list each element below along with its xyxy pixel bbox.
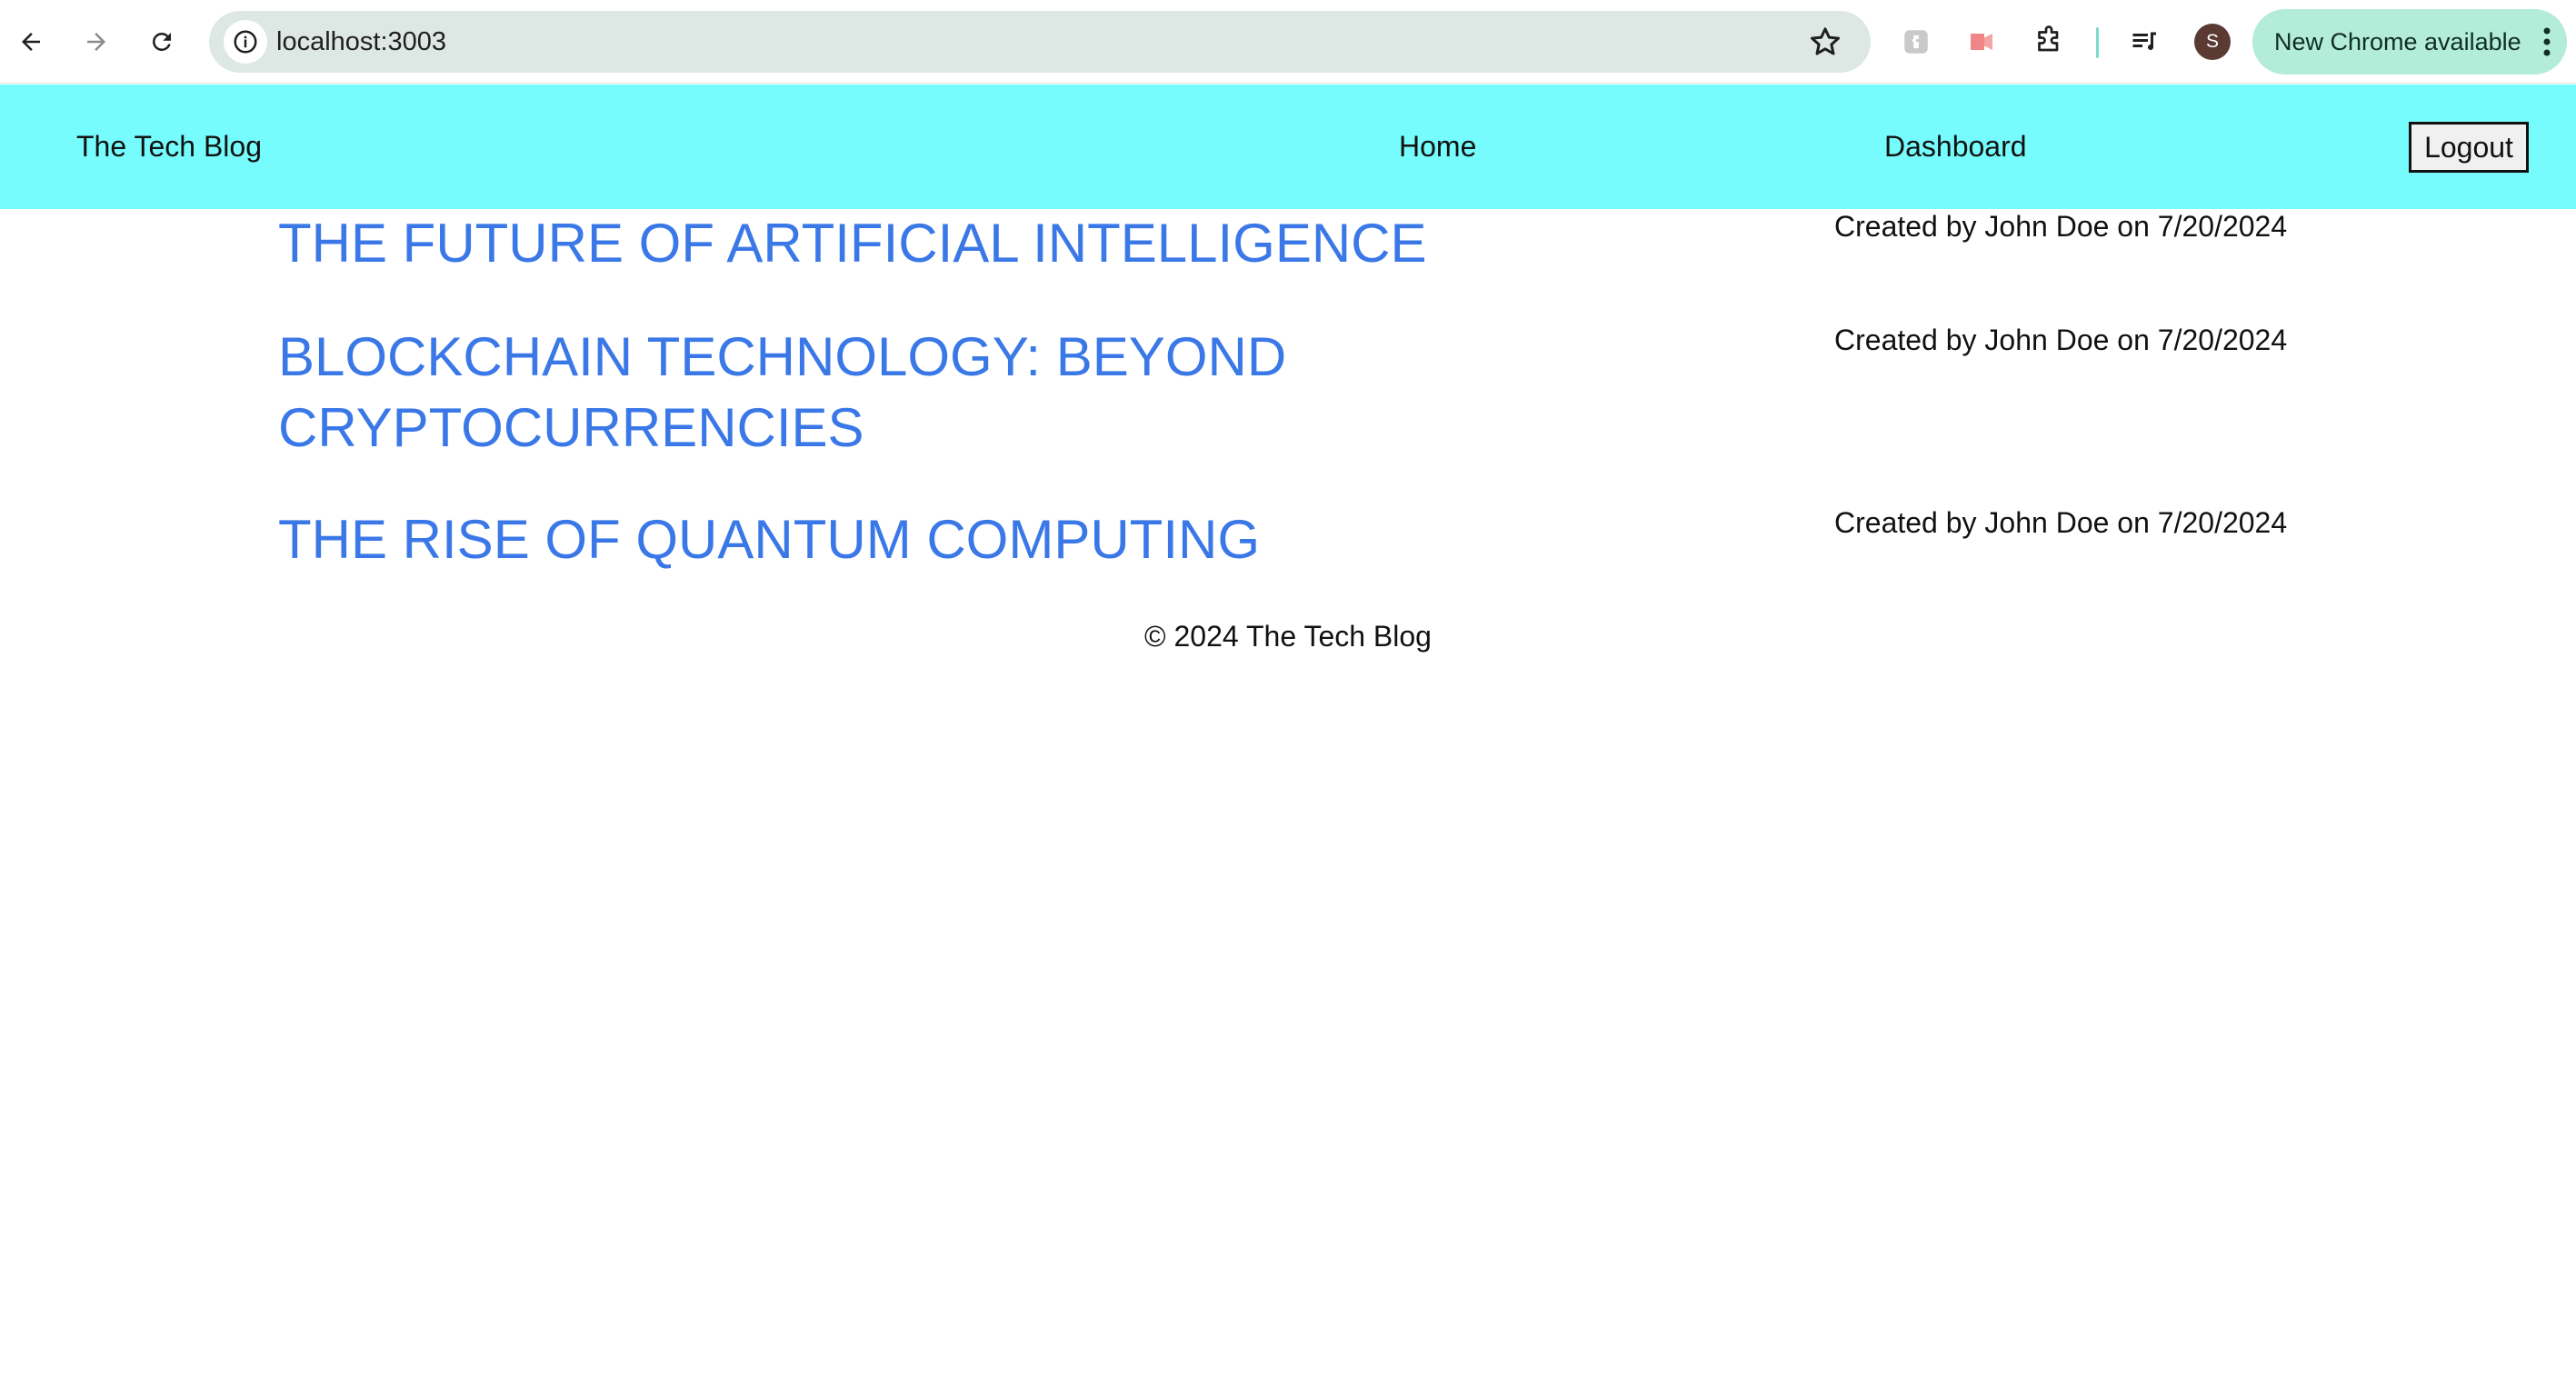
chrome-update-button[interactable]: New Chrome available: [2252, 9, 2567, 75]
post-meta: Created by John Doe on 7/20/2024: [1834, 506, 2288, 539]
site-header: The Tech Blog Home Dashboard Logout: [0, 85, 2576, 209]
back-arrow-icon: [22, 33, 40, 51]
profile-avatar[interactable]: S: [2194, 24, 2231, 60]
post-meta: Created by John Doe on 7/20/2024: [1834, 210, 2288, 243]
media-queue-icon[interactable]: [2125, 22, 2165, 62]
reload-button[interactable]: [140, 20, 184, 64]
forward-button[interactable]: [75, 20, 118, 64]
forward-arrow-icon: [87, 33, 105, 51]
nav-link-home[interactable]: Home: [1399, 85, 1476, 209]
extensions-puzzle-icon[interactable]: [2029, 22, 2069, 62]
site-footer: © 2024 The Tech Blog: [1144, 620, 1432, 653]
address-bar[interactable]: localhost:3003: [209, 11, 1871, 73]
info-icon: [234, 30, 257, 54]
browser-toolbar: localhost:3003 S New Chrome available: [0, 0, 2576, 84]
back-button[interactable]: [9, 20, 53, 64]
url-text[interactable]: localhost:3003: [276, 11, 446, 73]
bookmark-star-icon[interactable]: [1807, 24, 1843, 60]
extension-icon[interactable]: [1896, 22, 1936, 62]
toolbar-divider: [2096, 27, 2099, 58]
site-brand[interactable]: The Tech Blog: [76, 85, 262, 209]
post-title-link[interactable]: THE FUTURE OF ARTIFICIAL INTELLIGENCE: [278, 208, 1569, 279]
chrome-update-label: New Chrome available: [2274, 28, 2521, 55]
post-title-link[interactable]: BLOCKCHAIN TECHNOLOGY: BEYOND CRYPTOCURR…: [278, 322, 1569, 464]
reload-icon: [153, 32, 171, 51]
site-info-icon[interactable]: [224, 20, 267, 64]
nav-link-dashboard[interactable]: Dashboard: [1884, 85, 2027, 209]
logout-button[interactable]: Logout: [2409, 122, 2529, 173]
video-extension-icon[interactable]: [1962, 22, 2002, 62]
post-title-link[interactable]: THE RISE OF QUANTUM COMPUTING: [278, 504, 1569, 575]
post-meta: Created by John Doe on 7/20/2024: [1834, 324, 2288, 356]
more-vert-icon[interactable]: [2538, 24, 2556, 60]
